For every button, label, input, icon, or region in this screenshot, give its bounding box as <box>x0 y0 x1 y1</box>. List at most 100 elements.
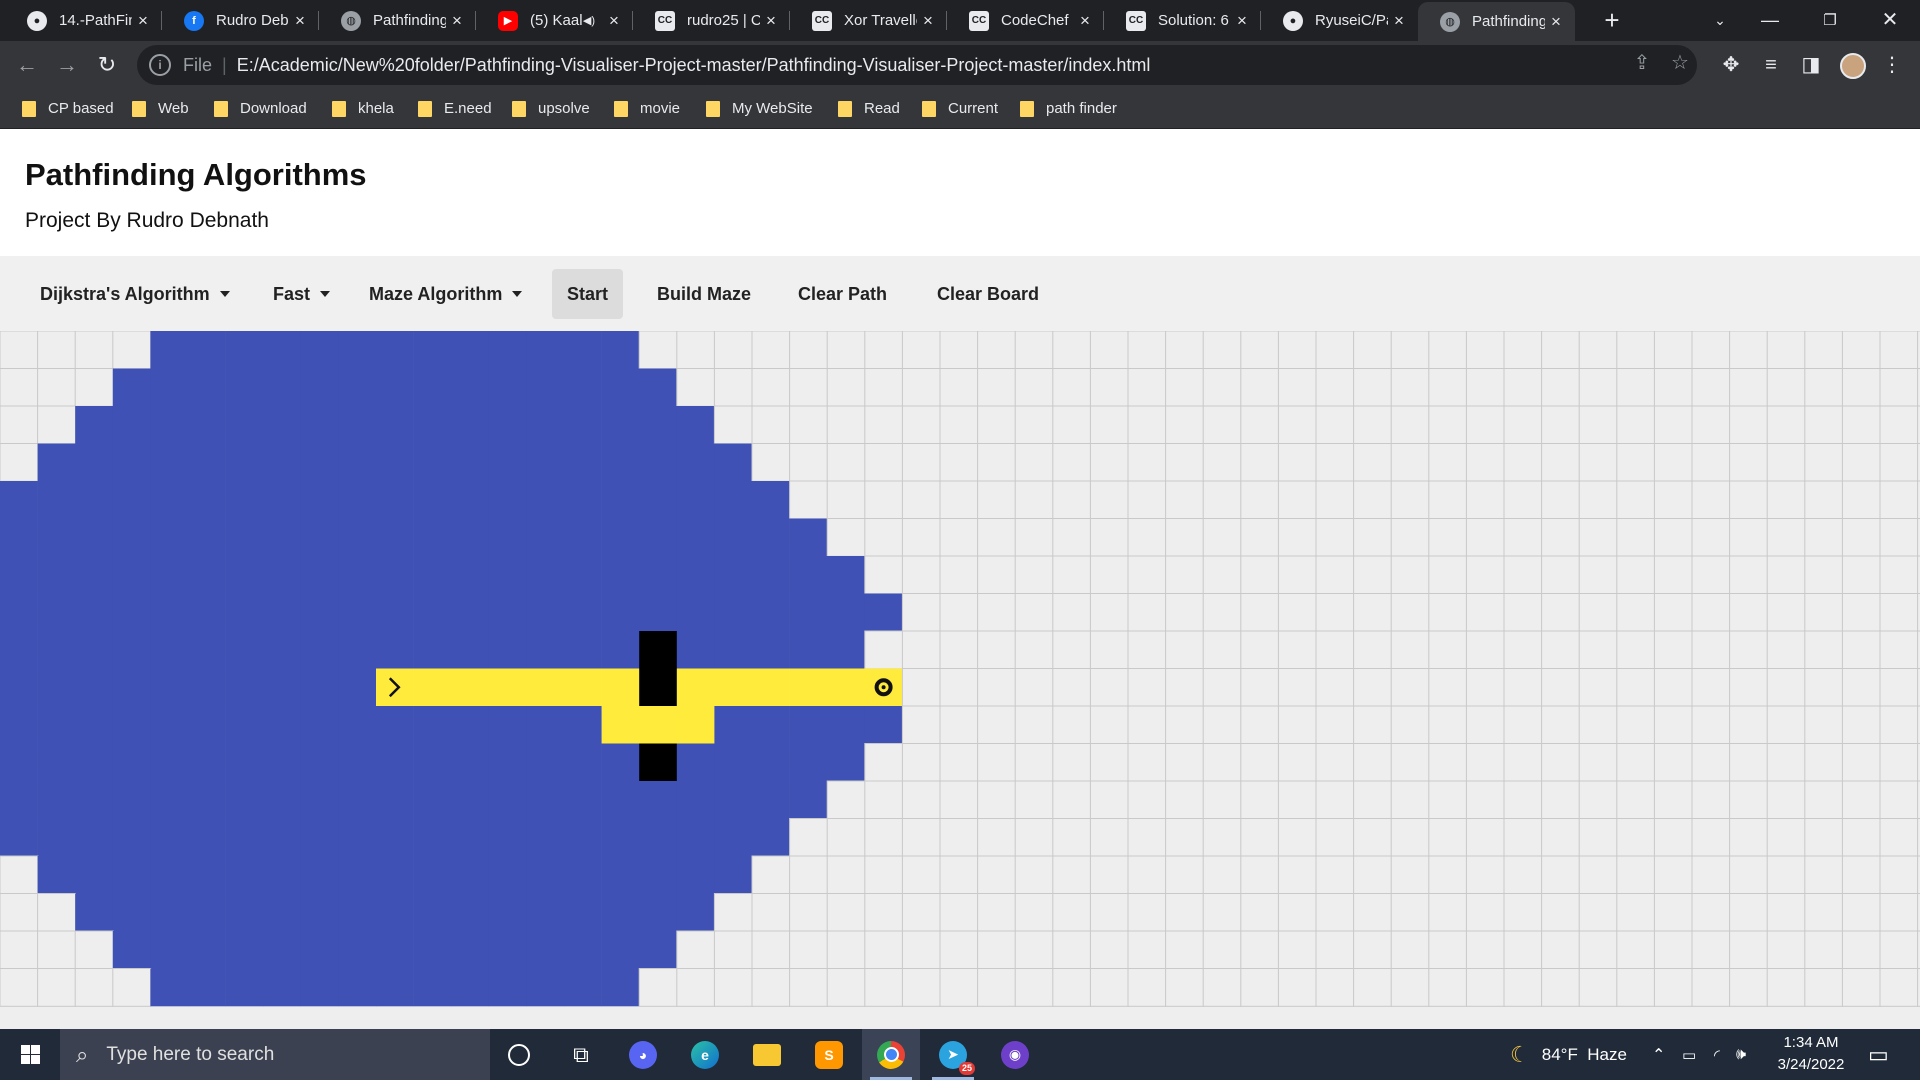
grid-cell[interactable] <box>901 518 941 557</box>
visited-cell[interactable] <box>112 593 151 632</box>
volume-icon[interactable]: 🕪 <box>1736 1029 1746 1080</box>
visited-cell[interactable] <box>338 781 377 819</box>
grid-cell[interactable] <box>1691 743 1731 782</box>
grid-cell[interactable] <box>1541 668 1580 707</box>
visited-cell[interactable] <box>263 443 302 482</box>
grid-cell[interactable] <box>1277 818 1317 857</box>
grid-cell[interactable] <box>1691 368 1731 407</box>
bookmark-folder[interactable]: Download <box>214 89 307 128</box>
grid-cell[interactable] <box>1804 405 1844 445</box>
grid-cell[interactable] <box>977 405 1016 445</box>
grid-cell[interactable] <box>1240 405 1280 445</box>
visited-cell[interactable] <box>338 968 377 1007</box>
visited-cell[interactable] <box>0 556 38 594</box>
grid-cell[interactable] <box>1390 705 1430 745</box>
grid-cell[interactable] <box>1089 855 1129 895</box>
cortana-icon[interactable] <box>490 1029 548 1080</box>
visited-cell[interactable] <box>225 593 264 632</box>
grid-cell[interactable] <box>1653 331 1693 370</box>
visited-cell[interactable] <box>112 818 151 857</box>
grid-cell[interactable] <box>1202 818 1242 857</box>
visited-cell[interactable] <box>526 593 565 632</box>
close-tab-icon[interactable]: × <box>289 11 311 31</box>
visited-cell[interactable] <box>451 818 490 857</box>
visited-cell[interactable] <box>639 818 678 857</box>
grid-cell[interactable] <box>901 668 941 707</box>
visited-cell[interactable] <box>75 556 114 594</box>
grid-cell[interactable] <box>977 968 1016 1007</box>
grid-cell[interactable] <box>1315 743 1355 782</box>
grid-cell[interactable] <box>1240 368 1280 407</box>
grid-cell[interactable] <box>939 630 979 670</box>
grid-cell[interactable] <box>1315 705 1355 745</box>
grid-cell[interactable] <box>1766 705 1806 745</box>
path-cell[interactable] <box>526 668 565 707</box>
grid-cell[interactable] <box>977 555 1016 595</box>
grid-cell[interactable] <box>864 818 904 857</box>
visited-cell[interactable] <box>639 368 678 407</box>
grid-cell[interactable] <box>1315 930 1355 970</box>
visited-cell[interactable] <box>413 968 452 1007</box>
grid-cell[interactable] <box>1804 743 1844 782</box>
grid-cell[interactable] <box>1014 443 1054 482</box>
grid-cell[interactable] <box>977 331 1016 370</box>
visited-cell[interactable] <box>601 856 640 894</box>
grid-cell[interactable] <box>1729 443 1768 482</box>
grid-cell[interactable] <box>1653 780 1693 820</box>
grid-cell[interactable] <box>1541 855 1580 895</box>
grid-cell[interactable] <box>1541 968 1580 1007</box>
visited-cell[interactable] <box>338 331 377 369</box>
grid-cell[interactable] <box>37 331 76 370</box>
visited-cell[interactable] <box>150 818 189 857</box>
grid-cell[interactable] <box>1353 780 1392 820</box>
grid-cell[interactable] <box>1277 630 1317 670</box>
visited-cell[interactable] <box>752 631 790 669</box>
grid-cell[interactable] <box>1165 518 1204 557</box>
visited-cell[interactable] <box>225 518 264 557</box>
grid-cell[interactable] <box>1879 331 1919 370</box>
grid-cell[interactable] <box>1315 780 1355 820</box>
grid-cell[interactable] <box>1052 930 1092 970</box>
grid-cell[interactable] <box>1165 930 1204 970</box>
grid-cell[interactable] <box>1729 855 1768 895</box>
visited-cell[interactable] <box>827 556 866 594</box>
grid-cell[interactable] <box>1841 855 1881 895</box>
grid-cell[interactable] <box>0 443 39 482</box>
grid-cell[interactable] <box>1202 405 1242 445</box>
grid-cell[interactable] <box>1578 893 1618 932</box>
visited-cell[interactable] <box>300 593 339 632</box>
visited-cell[interactable] <box>413 818 452 857</box>
extensions-icon[interactable]: ✥ <box>1717 51 1745 79</box>
grid-cell[interactable] <box>1653 930 1693 970</box>
grid-cell[interactable] <box>1465 331 1505 370</box>
bookmark-folder[interactable]: Current <box>922 89 998 128</box>
grid-cell[interactable] <box>1089 443 1129 482</box>
grid-cell[interactable] <box>1428 368 1468 407</box>
visited-cell[interactable] <box>564 443 602 482</box>
grid-cell[interactable] <box>864 893 904 932</box>
grid-cell[interactable] <box>1240 743 1280 782</box>
grid-cell[interactable] <box>1691 480 1731 520</box>
visited-cell[interactable] <box>451 931 490 969</box>
visited-cell[interactable] <box>451 968 490 1007</box>
visited-cell[interactable] <box>188 931 226 969</box>
visited-cell[interactable] <box>601 406 640 444</box>
visited-cell[interactable] <box>338 443 377 482</box>
grid-cell[interactable] <box>1428 780 1468 820</box>
visited-cell[interactable] <box>413 781 452 819</box>
grid-cell[interactable] <box>1390 743 1430 782</box>
visited-cell[interactable] <box>188 406 226 444</box>
visited-cell[interactable] <box>526 518 565 557</box>
grid-cell[interactable] <box>713 930 753 970</box>
visited-cell[interactable] <box>714 743 753 782</box>
visited-cell[interactable] <box>789 706 828 744</box>
visited-cell[interactable] <box>263 406 302 444</box>
visited-cell[interactable] <box>37 668 76 707</box>
grid-cell[interactable] <box>74 368 114 407</box>
grid-cell[interactable] <box>1390 405 1430 445</box>
grid-cell[interactable] <box>1315 818 1355 857</box>
grid-cell[interactable] <box>939 893 979 932</box>
grid-cell[interactable] <box>1127 368 1167 407</box>
grid-cell[interactable] <box>1390 930 1430 970</box>
visited-cell[interactable] <box>225 856 264 894</box>
